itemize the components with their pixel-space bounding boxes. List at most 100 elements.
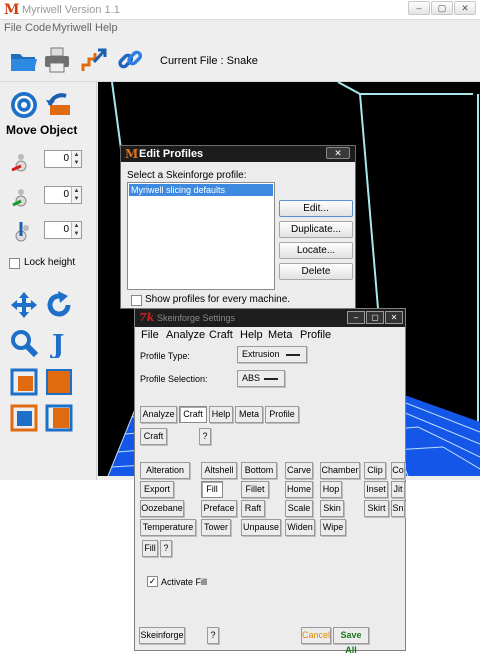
app-logo: M [4, 2, 20, 18]
tab-analyze[interactable]: Analyze [140, 406, 177, 423]
plugin-jitter[interactable]: Jit [391, 481, 405, 498]
sk-menu-profile[interactable]: Profile [300, 329, 331, 341]
view-box-front-icon[interactable] [9, 403, 39, 433]
profile-selection-select[interactable]: ABS [237, 370, 285, 387]
plugin-wipe[interactable]: Wipe [320, 519, 346, 536]
plugin-unpause[interactable]: Unpause [241, 519, 281, 536]
reset-rotate-icon[interactable] [44, 90, 74, 120]
edit-profiles-title: Edit Profiles [139, 148, 204, 160]
x-offset-spinner[interactable]: 0 ▲ ▼ [44, 150, 82, 168]
axis-x-icon [9, 150, 33, 175]
mirror-j-icon[interactable]: J [44, 328, 74, 360]
y-offset-spinner[interactable]: 0 ▲ ▼ [44, 186, 82, 204]
printer-icon[interactable] [43, 46, 71, 74]
edit-profiles-logo: M [125, 147, 139, 161]
menu-file[interactable]: File [4, 22, 22, 34]
edit-profiles-close-button[interactable]: ✕ [326, 147, 350, 159]
rotate-icon[interactable] [44, 290, 74, 320]
close-button[interactable]: ✕ [454, 1, 476, 15]
craft-help-button[interactable]: ? [199, 428, 211, 445]
show-all-profiles-checkbox[interactable] [131, 295, 142, 306]
tab-craft[interactable]: Craft [179, 406, 207, 423]
solid-box-icon[interactable] [44, 367, 74, 397]
delete-profile-button[interactable]: Delete [279, 263, 353, 280]
maximize-button[interactable]: ▢ [431, 1, 453, 15]
x-spinner-arrows[interactable]: ▲ ▼ [71, 151, 81, 167]
plugin-home[interactable]: Home [285, 481, 313, 498]
cancel-button[interactable]: Cancel [301, 627, 331, 644]
skeinforge-settings-dialog: 7k Skeinforge Settings – ▢ ✕ File Analyz… [134, 308, 406, 655]
profile-list[interactable]: Myriwell slicing defaults [127, 182, 275, 290]
main-title-bar: M Myriwell Version 1.1 – ▢ ✕ [0, 0, 480, 20]
duplicate-profile-button[interactable]: Duplicate... [279, 221, 353, 238]
zoom-magnifier-icon[interactable] [9, 328, 39, 358]
move-arrows-icon[interactable] [9, 290, 39, 320]
plugin-export[interactable]: Export [140, 481, 174, 498]
plugin-carve[interactable]: Carve [285, 462, 313, 479]
axis-z-icon [9, 220, 33, 245]
plugin-comb[interactable]: Co [391, 462, 405, 479]
skeinforge-maximize-button[interactable]: ▢ [366, 311, 384, 324]
sk-menu-craft[interactable]: Craft [209, 329, 233, 341]
footer-help-button[interactable]: ? [207, 627, 219, 644]
activate-fill-checkbox[interactable]: ✓ [147, 576, 158, 587]
plugin-altshell[interactable]: Altshell [201, 462, 237, 479]
plugin-fillet[interactable]: Fillet [241, 481, 269, 498]
fill-settings-button[interactable]: Fill [142, 540, 158, 557]
menu-code[interactable]: Code [25, 22, 51, 34]
link-icon[interactable] [116, 46, 144, 74]
menu-help[interactable]: Help [95, 22, 118, 34]
show-all-profiles-label: Show profiles for every machine. [145, 294, 291, 305]
minimize-button[interactable]: – [408, 1, 430, 15]
sk-menu-help[interactable]: Help [240, 329, 263, 341]
sk-menu-file[interactable]: File [141, 329, 159, 341]
tk-logo: 7k [139, 311, 155, 324]
y-spinner-arrows[interactable]: ▲ ▼ [71, 187, 81, 203]
lock-height-checkbox[interactable] [9, 258, 20, 269]
export-stairs-icon[interactable] [80, 46, 108, 74]
locate-profile-button[interactable]: Locate... [279, 242, 353, 259]
tab-meta[interactable]: Meta [235, 406, 263, 423]
scale-box-icon[interactable] [9, 367, 39, 397]
plugin-inset[interactable]: Inset [364, 481, 388, 498]
center-target-icon[interactable] [9, 90, 39, 120]
plugin-skirt[interactable]: Skirt [364, 500, 389, 517]
profile-type-select[interactable]: Extrusion [237, 346, 307, 363]
plugin-scale[interactable]: Scale [285, 500, 313, 517]
plugin-widen[interactable]: Widen [285, 519, 315, 536]
skeinforge-minimize-button[interactable]: – [347, 311, 365, 324]
tab-profile[interactable]: Profile [265, 406, 299, 423]
open-folder-icon[interactable] [9, 46, 37, 74]
plugin-tower[interactable]: Tower [201, 519, 231, 536]
view-box-side-icon[interactable] [44, 403, 74, 433]
plugin-clip[interactable]: Clip [364, 462, 386, 479]
plugin-hop[interactable]: Hop [320, 481, 342, 498]
fill-help-button[interactable]: ? [160, 540, 172, 557]
plugin-skin[interactable]: Skin [320, 500, 344, 517]
plugin-oozebane[interactable]: Oozebane [140, 500, 184, 517]
skeinforge-title-bar: 7k Skeinforge Settings – ▢ ✕ [135, 309, 405, 327]
plugin-fill[interactable]: Fill [201, 481, 223, 498]
plugin-temperature[interactable]: Temperature [140, 519, 196, 536]
craft-button[interactable]: Craft [140, 428, 167, 445]
plugin-alteration[interactable]: Alteration [140, 462, 190, 479]
plugin-chamber[interactable]: Chamber [320, 462, 360, 479]
current-file-label: Current File : Snake [160, 55, 258, 67]
save-all-button[interactable]: Save All [333, 627, 369, 655]
main-title: Myriwell Version 1.1 [22, 4, 120, 16]
plugin-snippets[interactable]: Sn [391, 500, 405, 517]
profile-list-item-selected[interactable]: Myriwell slicing defaults [129, 184, 273, 196]
plugin-bottom[interactable]: Bottom [241, 462, 277, 479]
toolbar: Current File : Snake [0, 38, 480, 82]
skeinforge-close-button[interactable]: ✕ [385, 311, 403, 324]
skeinforge-footer-button[interactable]: Skeinforge [139, 627, 185, 644]
sk-menu-analyze[interactable]: Analyze [166, 329, 205, 341]
plugin-preface[interactable]: Preface [201, 500, 237, 517]
edit-profile-button[interactable]: Edit... [279, 200, 353, 217]
plugin-raft[interactable]: Raft [241, 500, 265, 517]
z-spinner-arrows[interactable]: ▲ ▼ [71, 222, 81, 238]
sk-menu-meta[interactable]: Meta [268, 329, 292, 341]
z-offset-spinner[interactable]: 0 ▲ ▼ [44, 221, 82, 239]
tab-help[interactable]: Help [209, 406, 233, 423]
menu-myriwell[interactable]: Myriwell [52, 22, 92, 34]
